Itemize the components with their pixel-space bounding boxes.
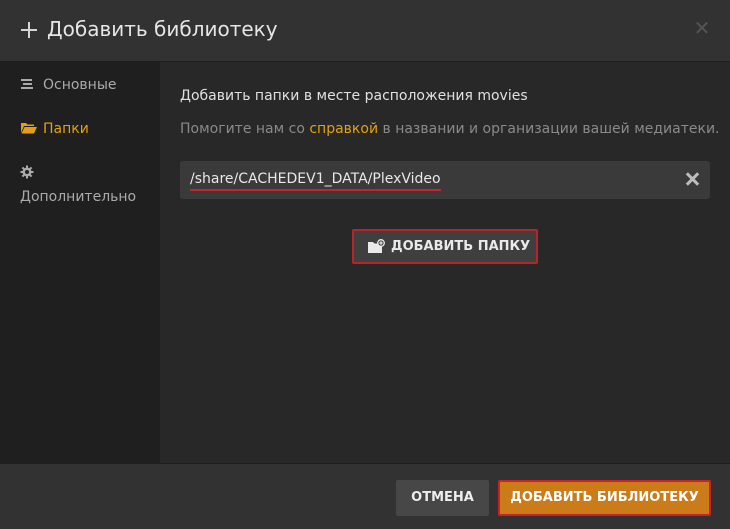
- gear-icon: [20, 165, 34, 183]
- clear-path-icon[interactable]: [684, 171, 700, 187]
- sidebar-item-folders[interactable]: Папки: [0, 121, 160, 141]
- sidebar-item-label: Основные: [43, 77, 117, 93]
- folder-path-value[interactable]: /share/CACHEDEV1_DATA/PlexVideo: [190, 171, 441, 191]
- add-library-dialog: Добавить библиотеку ✕ Основные Папки Доп…: [0, 0, 730, 529]
- dialog-title: Добавить библиотеку: [47, 17, 278, 41]
- folders-heading: Добавить папки в месте расположения movi…: [180, 88, 528, 104]
- help-text-after: в названии и организации вашей медиатеки…: [378, 121, 720, 137]
- plus-icon: [20, 21, 38, 39]
- add-folder-button[interactable]: ДОБАВИТЬ ПАПКУ: [352, 229, 538, 264]
- add-library-button[interactable]: ДОБАВИТЬ БИБЛИОТЕКУ: [498, 480, 711, 516]
- sidebar-item-advanced[interactable]: Дополнительно: [0, 165, 160, 209]
- add-folder-label: ДОБАВИТЬ ПАПКУ: [391, 239, 531, 254]
- folder-add-icon: [367, 239, 385, 254]
- folder-open-icon: [20, 121, 38, 139]
- folder-path-field[interactable]: /share/CACHEDEV1_DATA/PlexVideo: [180, 161, 710, 199]
- dialog-footer: ОТМЕНА ДОБАВИТЬ БИБЛИОТЕКУ: [0, 463, 730, 529]
- sidebar-item-label: Папки: [43, 121, 89, 137]
- sidebar-item-general[interactable]: Основные: [0, 77, 160, 97]
- help-text-before: Помогите нам со: [180, 121, 310, 137]
- list-icon: [20, 77, 34, 95]
- help-link[interactable]: справкой: [309, 121, 378, 137]
- help-text: Помогите нам со справкой в названии и ор…: [180, 121, 720, 137]
- cancel-button[interactable]: ОТМЕНА: [396, 480, 489, 516]
- close-icon[interactable]: ✕: [692, 18, 712, 38]
- sidebar-item-label: Дополнительно: [20, 189, 137, 205]
- sidebar: Основные Папки Дополнительно: [0, 62, 160, 463]
- folders-panel: Добавить папки в месте расположения movi…: [160, 62, 730, 463]
- dialog-header: Добавить библиотеку ✕: [0, 0, 730, 62]
